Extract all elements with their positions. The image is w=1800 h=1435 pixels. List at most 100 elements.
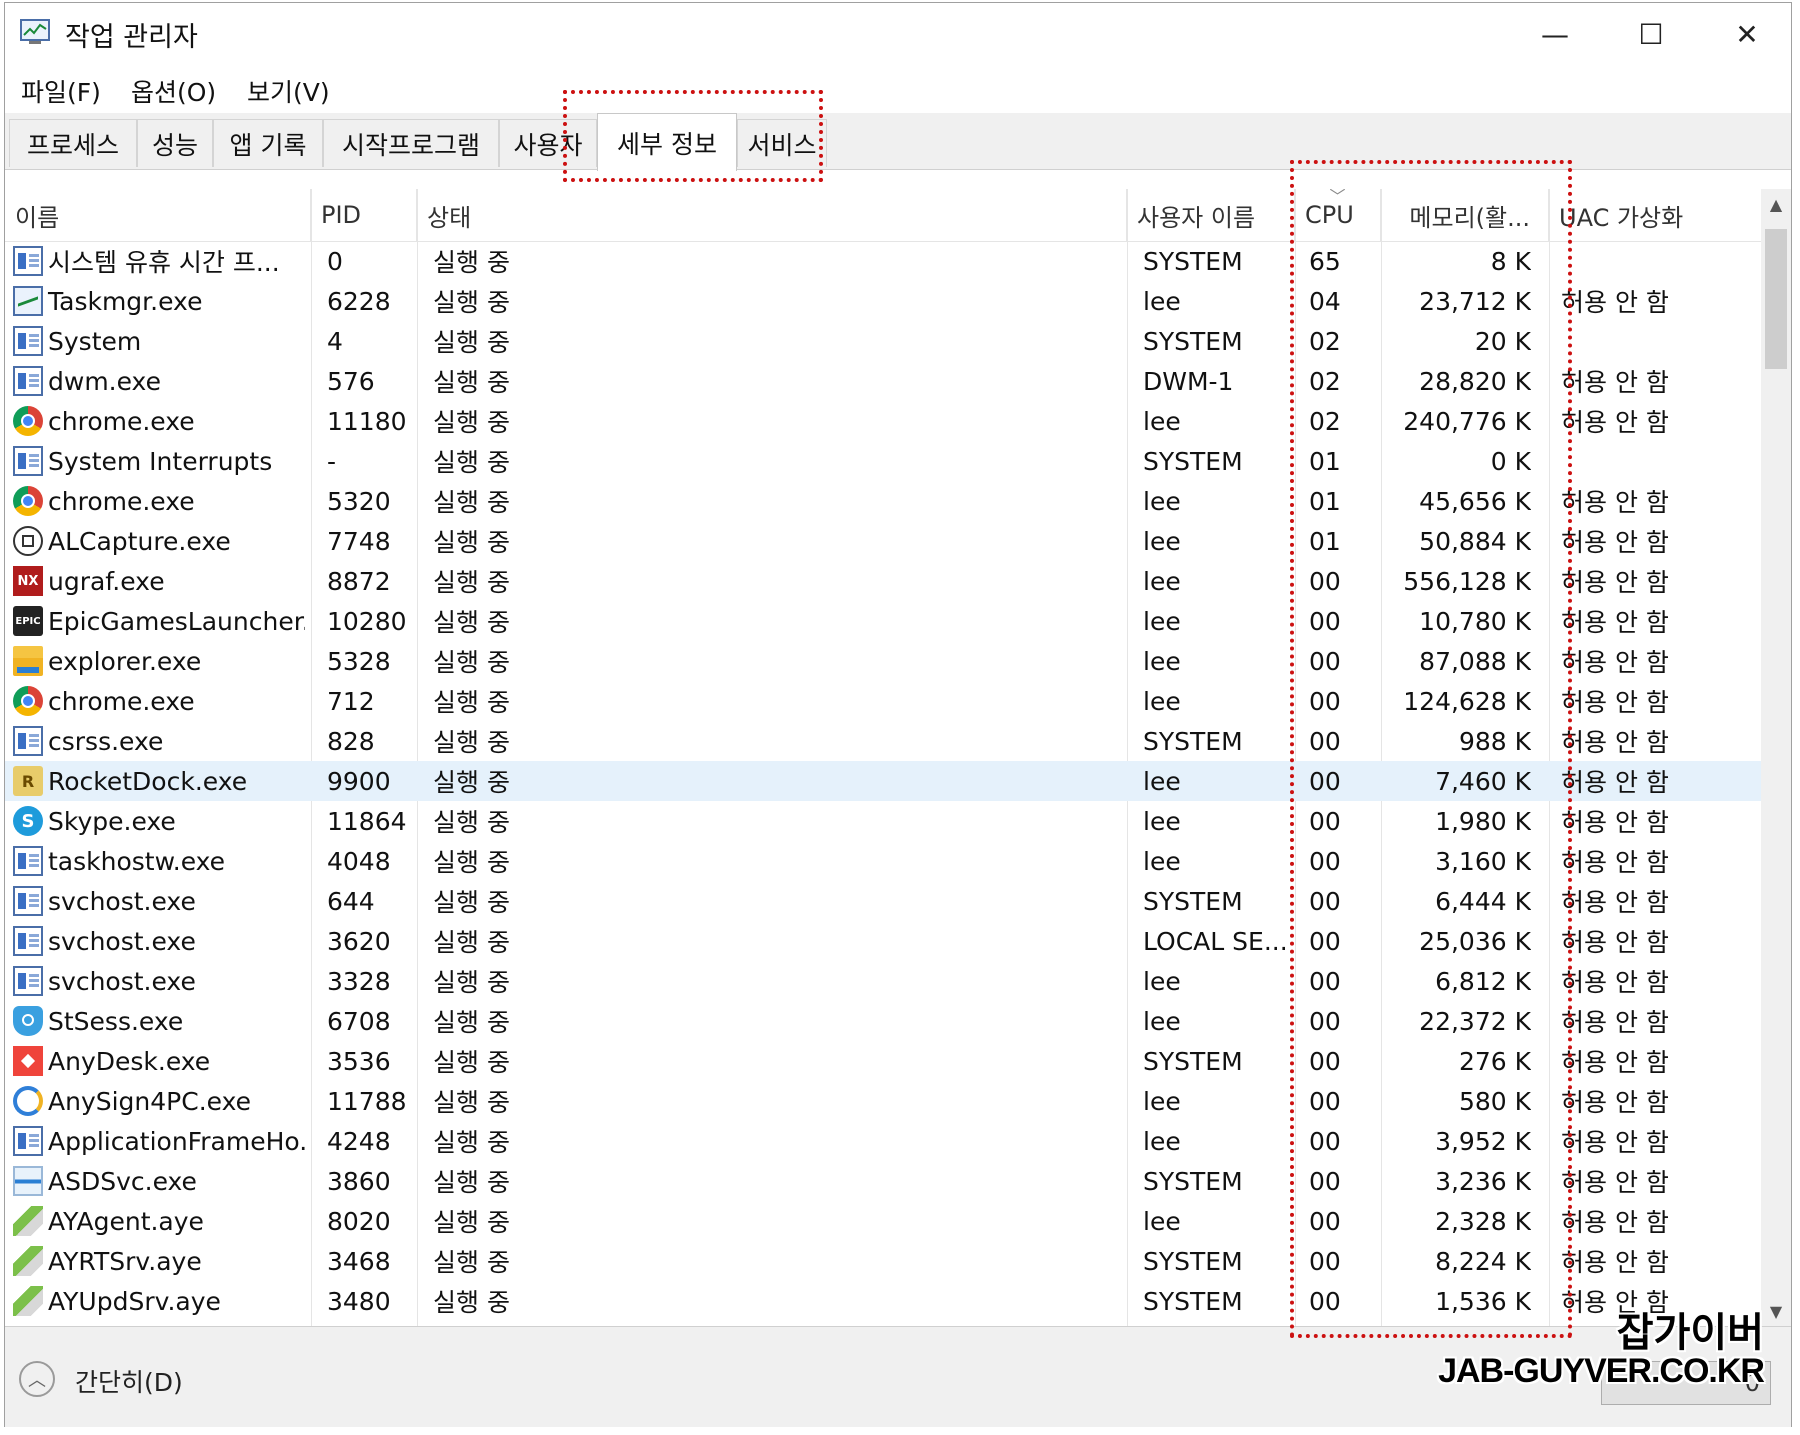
username-cell: lee — [1143, 406, 1181, 436]
tab-users[interactable]: 사용자 — [499, 119, 597, 167]
table-row[interactable]: dwm.exe 576 실행 중 DWM-1 02 28,820 K 허용 안 함 — [5, 361, 1761, 401]
status-cell: 실행 중 — [433, 928, 510, 957]
menu-file[interactable]: 파일(F) — [17, 69, 105, 113]
table-row[interactable]: svchost.exe 644 실행 중 SYSTEM 00 6,444 K 허용 안 함 — [5, 881, 1761, 921]
chevron-up-icon[interactable]: ︿ — [19, 1361, 55, 1397]
username-cell: lee — [1143, 846, 1181, 876]
anysign-icon — [13, 1086, 43, 1116]
table-row[interactable]: chrome.exe 11180 실행 중 lee 02 240,776 K 허용 안 함 — [5, 401, 1761, 441]
close-button[interactable]: ✕ — [1699, 3, 1795, 65]
tab-app-history[interactable]: 앱 기록 — [213, 119, 323, 167]
tab-startup[interactable]: 시작프로그램 — [323, 119, 499, 167]
table-row[interactable]: R RocketDock.exe 9900 실행 중 lee 00 7,460 K 허용 안 … — [5, 761, 1761, 801]
capture-icon — [13, 526, 43, 556]
table-row[interactable]: ApplicationFrameHo... 4248 실행 중 lee 00 3,952 … — [5, 1121, 1761, 1161]
memory-cell: 124,628 K — [1403, 686, 1531, 716]
process-name: AYUpdSrv.aye — [48, 1286, 221, 1316]
column-header-cpu[interactable]: ﹀ CPU — [1295, 189, 1381, 241]
uac-cell: 허용 안 함 — [1561, 888, 1669, 917]
scroll-down-arrow-icon[interactable]: ▼ — [1761, 1296, 1791, 1326]
column-header-name[interactable]: 이름 — [5, 189, 311, 241]
menu-options[interactable]: 옵션(O) — [127, 69, 220, 113]
status-cell: 실행 중 — [433, 1128, 510, 1157]
table-row[interactable]: AYUpdSrv.aye 3480 실행 중 SYSTEM 00 1,536 K 허용 안 … — [5, 1281, 1761, 1321]
username-cell: lee — [1143, 1006, 1181, 1036]
column-header-memory[interactable]: 메모리(활... — [1381, 189, 1549, 241]
table-row[interactable]: 시스템 유휴 시간 프... 0 실행 중 SYSTEM 65 8 K — [5, 241, 1761, 281]
cpu-cell: 00 — [1309, 846, 1341, 876]
cpu-cell: 00 — [1309, 1006, 1341, 1036]
memory-cell: 6,812 K — [1435, 966, 1531, 996]
memory-cell: 7,460 K — [1435, 766, 1531, 796]
table-row[interactable]: AYRTSrv.aye 3468 실행 중 SYSTEM 00 8,224 K 허용 안 함 — [5, 1241, 1761, 1281]
username-cell: lee — [1143, 286, 1181, 316]
memory-cell: 50,884 K — [1419, 526, 1531, 556]
title-bar[interactable]: 작업 관리자 — ☐ ✕ — [5, 3, 1791, 65]
column-header-pid[interactable]: PID — [311, 189, 417, 241]
tab-processes[interactable]: 프로세스 — [9, 119, 137, 167]
window-icon — [13, 366, 43, 396]
table-row[interactable]: svchost.exe 3620 실행 중 LOCAL SE... 00 25,036 K… — [5, 921, 1761, 961]
table-row[interactable]: NX ugraf.exe 8872 실행 중 lee 00 556,128 K 허용 안 함 — [5, 561, 1761, 601]
memory-cell: 6,444 K — [1435, 886, 1531, 916]
process-name: Taskmgr.exe — [48, 286, 203, 316]
status-cell: 실행 중 — [433, 1008, 510, 1037]
table-row[interactable]: chrome.exe 712 실행 중 lee 00 124,628 K 허용 안 함 — [5, 681, 1761, 721]
tab-services[interactable]: 서비스 — [737, 119, 827, 167]
status-cell: 실행 중 — [433, 528, 510, 557]
table-row[interactable]: AYAgent.aye 8020 실행 중 lee 00 2,328 K 허용 안 함 — [5, 1201, 1761, 1241]
memory-cell: 1,536 K — [1435, 1286, 1531, 1316]
uac-cell: 허용 안 함 — [1561, 768, 1669, 797]
scroll-up-arrow-icon[interactable]: ▲ — [1761, 189, 1791, 219]
minimize-button[interactable]: — — [1507, 3, 1603, 65]
table-row[interactable]: svchost.exe 3328 실행 중 lee 00 6,812 K 허용 안 함 — [5, 961, 1761, 1001]
window-icon — [13, 926, 43, 956]
status-cell: 실행 중 — [433, 568, 510, 597]
table-row[interactable]: taskhostw.exe 4048 실행 중 lee 00 3,160 K 허용 안 함 — [5, 841, 1761, 881]
cpu-cell: 00 — [1309, 766, 1341, 796]
table-row[interactable]: System Interrupts - 실행 중 SYSTEM 01 0 K — [5, 441, 1761, 481]
window-icon — [13, 326, 43, 356]
column-header-uac[interactable]: UAC 가상화 — [1549, 189, 1761, 241]
window-icon — [13, 1126, 43, 1156]
column-header-username[interactable]: 사용자 이름 — [1127, 189, 1295, 241]
chrome-icon — [13, 406, 43, 436]
table-row[interactable]: System 4 실행 중 SYSTEM 02 20 K — [5, 321, 1761, 361]
process-name-cell: csrss.exe — [13, 721, 305, 761]
maximize-button[interactable]: ☐ — [1603, 3, 1699, 65]
pid-cell: 3328 — [327, 966, 391, 996]
table-row[interactable]: Taskmgr.exe 6228 실행 중 lee 04 23,712 K 허용 안 함 — [5, 281, 1761, 321]
table-row[interactable]: csrss.exe 828 실행 중 SYSTEM 00 988 K 허용 안 함 — [5, 721, 1761, 761]
table-row[interactable]: S Skype.exe 11864 실행 중 lee 00 1,980 K 허용 안 함 — [5, 801, 1761, 841]
watermark-url: JAB-GUYVER.CO.KR — [1438, 1352, 1765, 1390]
username-cell: lee — [1143, 806, 1181, 836]
fewer-details-link[interactable]: 간단히(D) — [75, 1363, 183, 1399]
menu-view[interactable]: 보기(V) — [243, 69, 334, 113]
vertical-scrollbar[interactable]: ▲ ▼ — [1761, 189, 1791, 1326]
column-header-status[interactable]: 상태 — [417, 189, 1127, 241]
table-row[interactable]: EPIC EpicGamesLauncher.... 10280 실행 중 lee 00 1… — [5, 601, 1761, 641]
username-cell: SYSTEM — [1143, 326, 1243, 356]
scrollbar-thumb[interactable] — [1765, 229, 1787, 369]
table-row[interactable]: ALCapture.exe 7748 실행 중 lee 01 50,884 K 허용 안 함 — [5, 521, 1761, 561]
pid-cell: 3468 — [327, 1246, 391, 1276]
table-row[interactable]: chrome.exe 5320 실행 중 lee 01 45,656 K 허용 안 함 — [5, 481, 1761, 521]
table-row[interactable]: AnyDesk.exe 3536 실행 중 SYSTEM 00 276 K 허용 안 함 — [5, 1041, 1761, 1081]
memory-cell: 22,372 K — [1419, 1006, 1531, 1036]
tab-performance[interactable]: 성능 — [137, 119, 213, 167]
memory-cell: 2,328 K — [1435, 1206, 1531, 1236]
pid-cell: 3480 — [327, 1286, 391, 1316]
table-row[interactable]: ASDSvc.exe 3860 실행 중 SYSTEM 00 3,236 K 허용 안 함 — [5, 1161, 1761, 1201]
table-row[interactable]: StSess.exe 6708 실행 중 lee 00 22,372 K 허용 안 함 — [5, 1001, 1761, 1041]
process-name-cell: S Skype.exe — [13, 801, 305, 841]
memory-cell: 87,088 K — [1419, 646, 1531, 676]
process-name: StSess.exe — [48, 1006, 184, 1036]
cpu-cell: 02 — [1309, 326, 1341, 356]
table-row[interactable]: AnySign4PC.exe 11788 실행 중 lee 00 580 K 허용 안 함 — [5, 1081, 1761, 1121]
username-cell: SYSTEM — [1143, 1246, 1243, 1276]
tab-details[interactable]: 세부 정보 — [597, 113, 737, 171]
pid-cell: 9900 — [327, 766, 391, 796]
window-icon — [13, 246, 43, 276]
table-row[interactable]: explorer.exe 5328 실행 중 lee 00 87,088 K 허용 안 함 — [5, 641, 1761, 681]
memory-cell: 0 K — [1490, 446, 1531, 476]
